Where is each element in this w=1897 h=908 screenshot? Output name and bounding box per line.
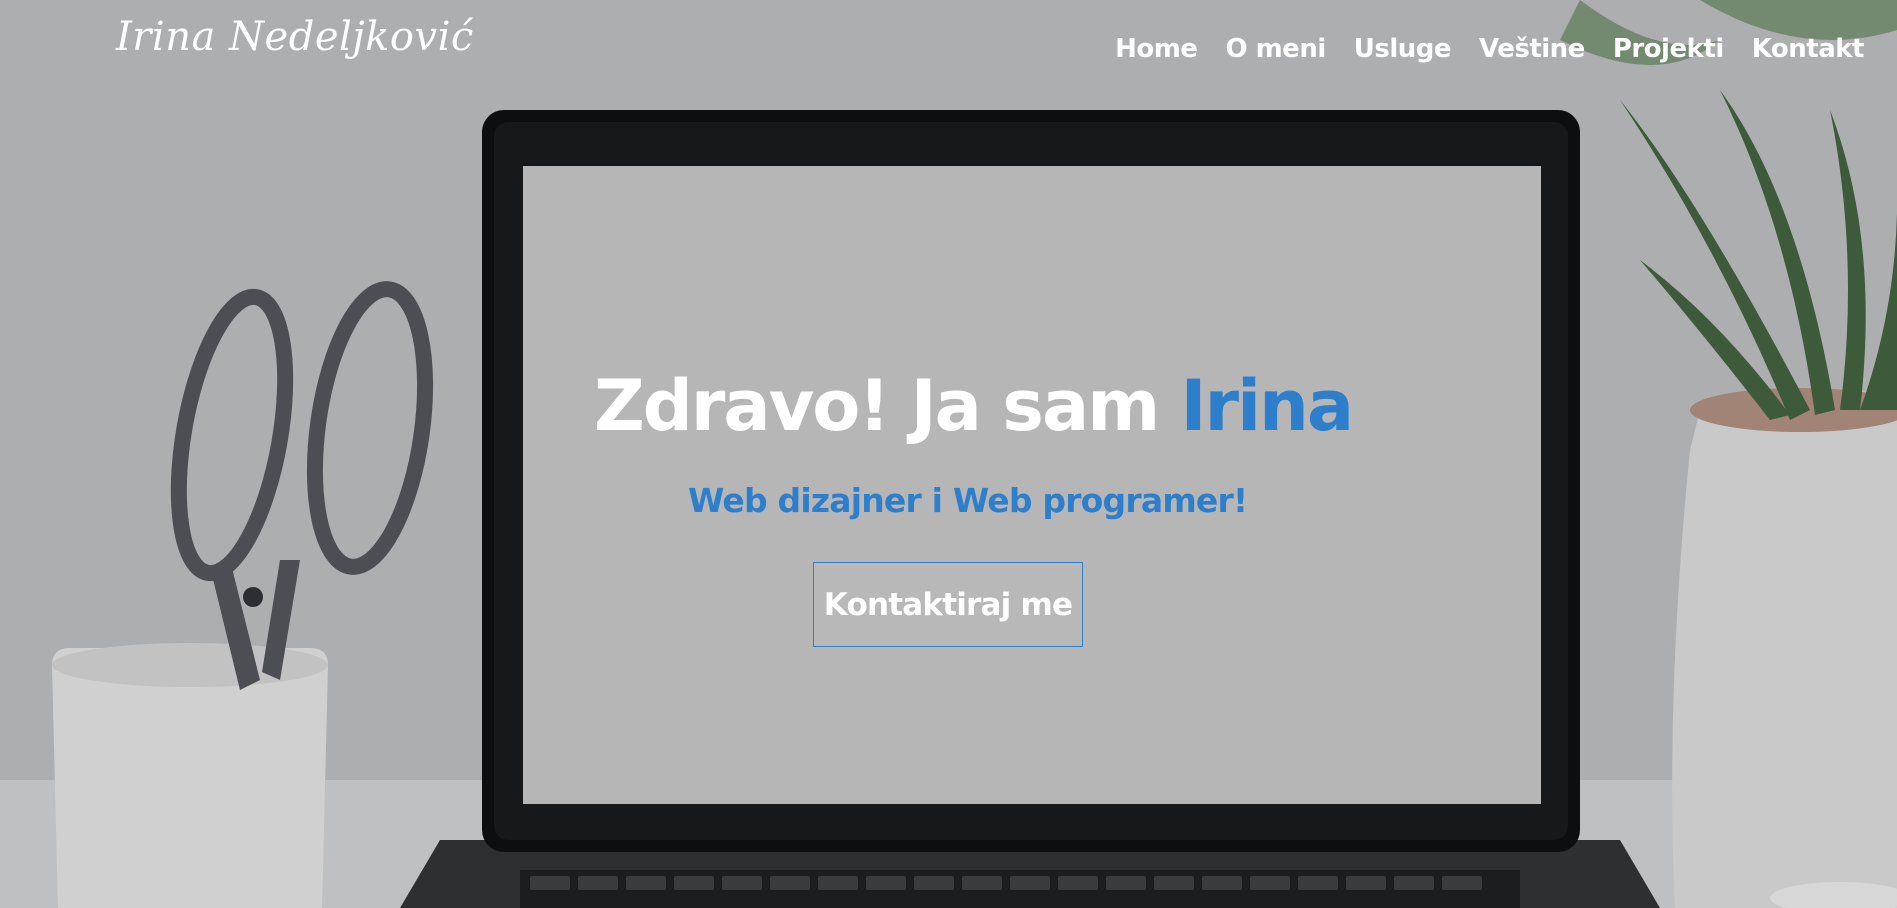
nav-link-projekti[interactable]: Projekti <box>1613 34 1724 64</box>
nav-link-kontakt[interactable]: Kontakt <box>1752 34 1865 64</box>
navbar: Irina Nedeljković Home O meni Usluge Veš… <box>0 0 1897 108</box>
hero-title: Zdravo! Ja sam Irina <box>594 365 1355 447</box>
hero-title-name: Irina <box>1180 365 1355 447</box>
hero-section: Irina Nedeljković Home O meni Usluge Veš… <box>0 0 1897 908</box>
nav-link-usluge[interactable]: Usluge <box>1354 34 1452 64</box>
nav-link-home[interactable]: Home <box>1115 34 1198 64</box>
hero-title-greeting: Zdravo! Ja sam <box>594 365 1181 447</box>
nav-item-kontakt: Kontakt <box>1752 34 1865 64</box>
nav-item-vestine: Veštine <box>1479 34 1585 64</box>
nav-item-o-meni: O meni <box>1225 34 1326 64</box>
hero-subtitle: Web dizajner i Web programer! <box>688 481 1248 520</box>
nav-link-o-meni[interactable]: O meni <box>1225 34 1326 64</box>
contact-me-button[interactable]: Kontaktiraj me <box>813 562 1083 647</box>
hero-background-image <box>0 0 1897 908</box>
nav-item-projekti: Projekti <box>1613 34 1724 64</box>
site-logo[interactable]: Irina Nedeljković <box>116 14 474 60</box>
nav-link-vestine[interactable]: Veštine <box>1479 34 1585 64</box>
nav-item-usluge: Usluge <box>1354 34 1452 64</box>
nav-item-home: Home <box>1115 34 1198 64</box>
nav-menu: Home O meni Usluge Veštine Projekti Kont… <box>1115 34 1864 64</box>
